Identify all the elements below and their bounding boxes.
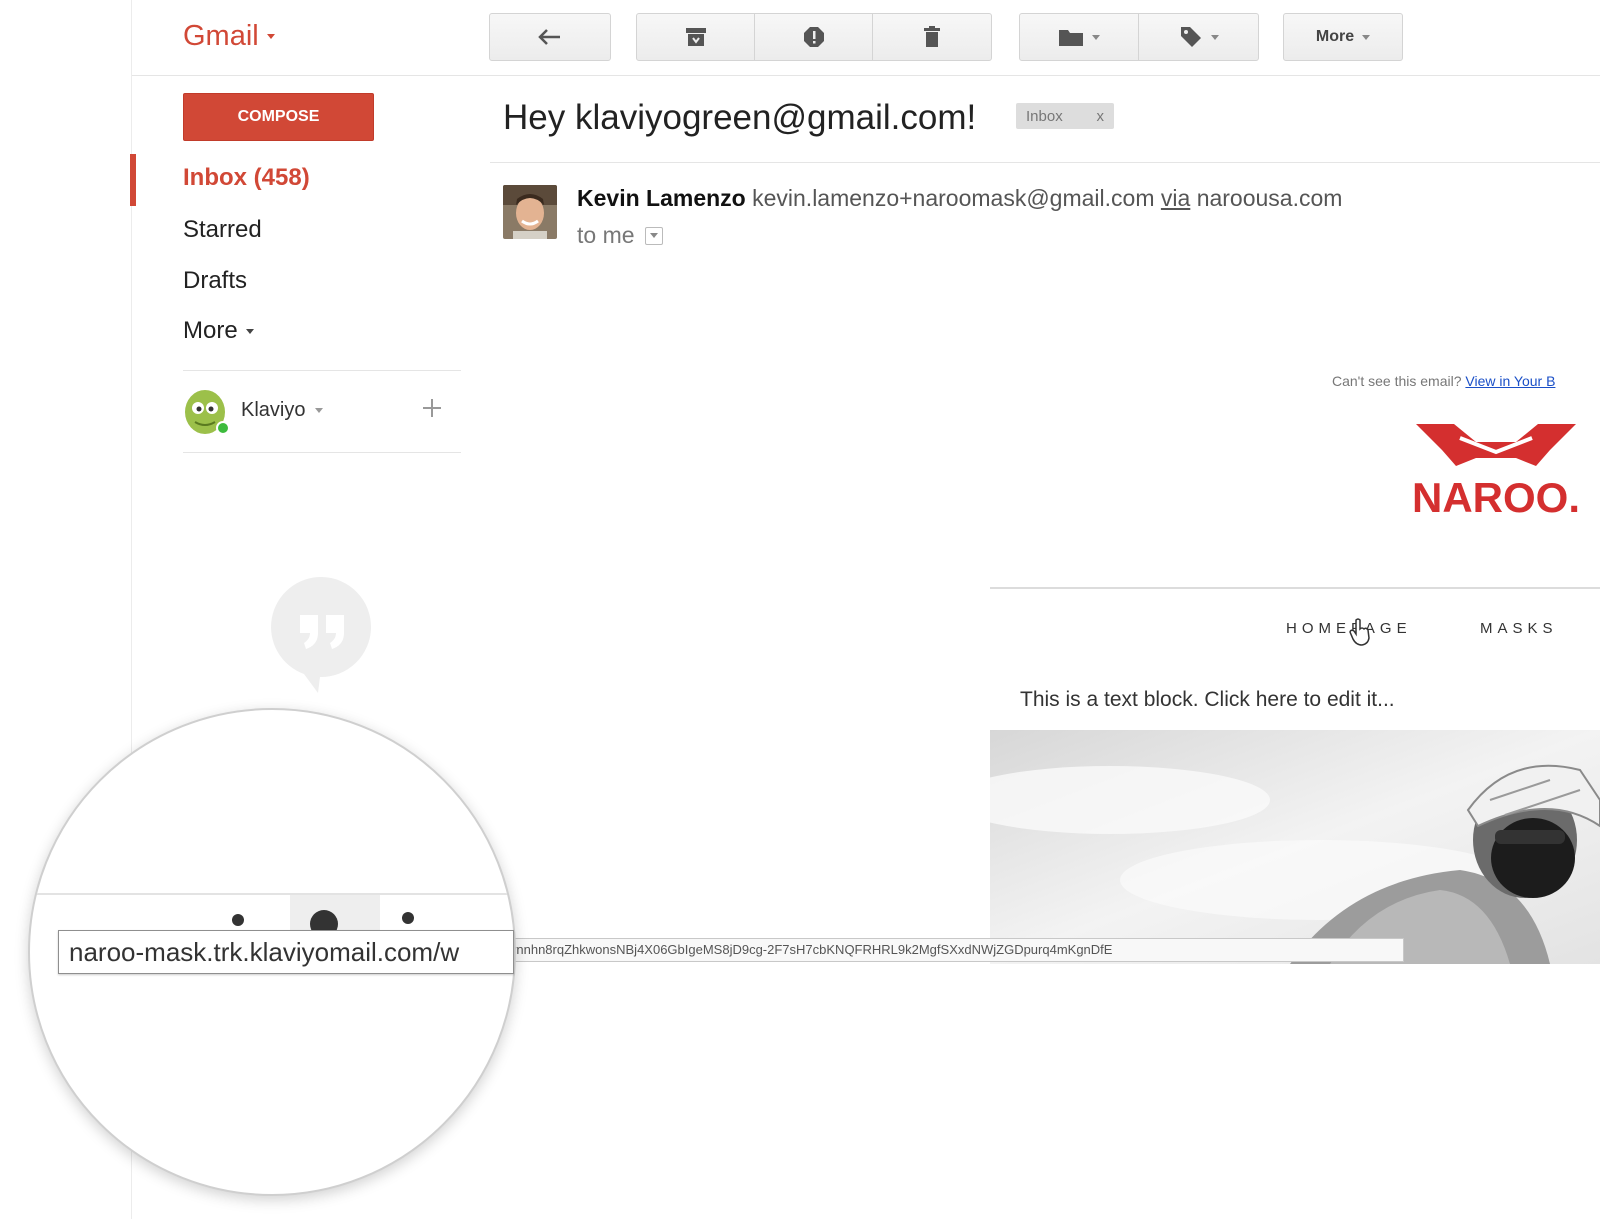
sender-name: Kevin Lamenzo [577, 185, 746, 211]
chevron-down-icon [266, 34, 275, 39]
magnified-dot [402, 912, 414, 924]
avatar [185, 390, 230, 435]
email-nav-masks[interactable]: MASKS [1480, 620, 1558, 637]
email-subject: Hey klaviyogreen@gmail.com! [503, 98, 977, 137]
sender-avatar[interactable] [503, 185, 557, 239]
chevron-down-icon [315, 407, 324, 413]
recipient-line: to me [577, 222, 663, 249]
sidebar-item-starred[interactable]: Starred [183, 216, 262, 244]
more-actions-button[interactable]: More [1284, 14, 1402, 60]
sidebar-item-drafts[interactable]: Drafts [183, 267, 247, 295]
labels-button[interactable] [1139, 14, 1258, 60]
hangouts-account-switcher[interactable]: Klaviyo [183, 384, 324, 436]
cant-see-email-notice: Can't see this email? View in Your B [1332, 373, 1555, 389]
cant-see-text: Can't see this email? [1332, 373, 1462, 389]
organize-button-group [1019, 13, 1259, 61]
subject-divider [490, 162, 1600, 163]
chevron-down-icon [1092, 34, 1100, 40]
label-tag-icon [1180, 27, 1201, 47]
trash-icon [924, 26, 940, 47]
archive-button[interactable] [637, 14, 755, 60]
delete-button[interactable] [873, 14, 991, 60]
via-link[interactable]: via [1161, 185, 1190, 211]
move-to-button[interactable] [1020, 14, 1139, 60]
email-text-block[interactable]: This is a text block. Click here to edit… [1020, 688, 1395, 712]
show-details-button[interactable] [644, 226, 663, 245]
report-spam-button[interactable] [755, 14, 873, 60]
chevron-down-icon [1210, 34, 1219, 40]
inbox-label-chip: Inbox x [1016, 103, 1114, 129]
sidebar-item-label: Drafts [183, 267, 248, 294]
hangouts-quote-icon[interactable] [270, 575, 374, 695]
archive-icon [685, 28, 706, 46]
remove-label-button[interactable]: x [1097, 108, 1105, 125]
active-item-marker [130, 154, 136, 206]
gmail-logo-text: Gmail [183, 20, 259, 52]
sidebar-item-label: Inbox (458) [183, 164, 310, 191]
more-actions-label: More [1315, 28, 1355, 45]
chevron-down-icon [1362, 34, 1371, 40]
back-button[interactable] [490, 14, 610, 60]
back-arrow-icon [538, 29, 560, 45]
sender-line: Kevin Lamenzo kevin.lamenzo+naroomask@gm… [577, 185, 1342, 212]
chevron-down-icon [245, 328, 254, 334]
compose-button[interactable]: COMPOSE [183, 93, 374, 141]
logo-wordmark: NAROO. [1412, 474, 1580, 520]
magnified-dot [232, 914, 244, 926]
sidebar-divider [183, 452, 461, 453]
view-in-browser-link[interactable]: View in Your B [1465, 373, 1555, 389]
hero-image-cyclist[interactable] [990, 730, 1600, 964]
spam-icon [803, 27, 824, 47]
gmail-menu[interactable]: Gmail [183, 20, 275, 53]
email-nav-divider [990, 587, 1600, 589]
sidebar-item-label: More [183, 317, 238, 344]
sidebar-item-inbox[interactable]: Inbox (458) [183, 164, 310, 192]
folder-icon [1059, 30, 1083, 46]
more-button-group: More [1283, 13, 1403, 61]
status-bar-url: wnnhn8rqZhkwonsNBj4X06GbIgeMS8jD9cg-2F7s… [500, 938, 1404, 962]
sidebar-divider [183, 370, 461, 371]
action-button-group [636, 13, 992, 61]
sender-email: kevin.lamenzo+naroomask@gmail.com [752, 185, 1155, 211]
chevron-down-icon [649, 233, 658, 238]
via-domain: naroousa.com [1196, 185, 1343, 211]
back-button-group [489, 13, 611, 61]
account-name: Klaviyo [241, 398, 306, 421]
sidebar-item-more[interactable]: More [183, 317, 254, 345]
hand-cursor-icon [1349, 618, 1370, 646]
sidebar-item-label: Starred [183, 216, 262, 243]
add-icon[interactable] [420, 396, 444, 420]
status-bar-url-zoomed: naroo-mask.trk.klaviyomail.com/w [58, 930, 514, 974]
label-chip-text: Inbox [1026, 107, 1063, 125]
magnified-divider [30, 893, 514, 895]
recipient-text: to me [577, 222, 635, 248]
naroo-logo[interactable]: NAROO. [1392, 420, 1600, 520]
